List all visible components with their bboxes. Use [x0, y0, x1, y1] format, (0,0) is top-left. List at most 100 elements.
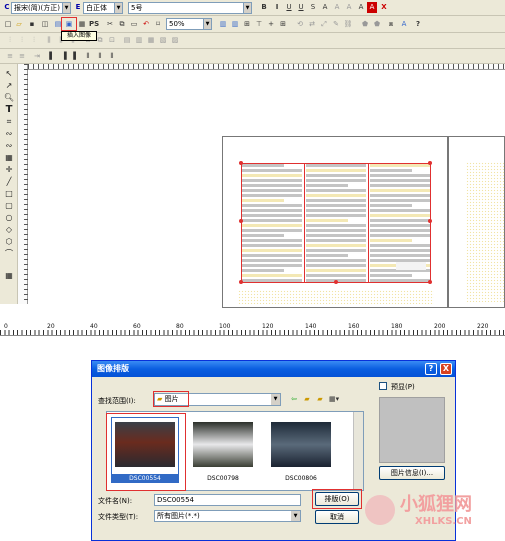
arrange-icon[interactable]: ⧈	[386, 19, 396, 30]
image-icon[interactable]: ▦	[77, 19, 87, 30]
link-icon[interactable]: ⛓	[343, 19, 353, 30]
indent-icon[interactable]: ⇥	[32, 51, 42, 62]
grid-tool-icon[interactable]: ▦	[3, 270, 15, 281]
flip-icon[interactable]: ⇄	[307, 19, 317, 30]
skew-icon[interactable]: ⤢	[319, 19, 329, 30]
filename-input[interactable]: DSC00554	[154, 494, 301, 506]
align-right-icon[interactable]: ⫶	[29, 35, 39, 46]
column5-icon[interactable]: ⫴	[95, 51, 105, 62]
filetype-select[interactable]: 所有图片(*.*) ▼	[154, 510, 301, 522]
columns-icon[interactable]: ▥	[230, 19, 240, 30]
ellipse-tool-icon[interactable]: ○	[3, 212, 15, 223]
italic-button[interactable]: I	[272, 2, 282, 13]
new-folder-icon[interactable]: ▰	[315, 394, 325, 405]
node-select-icon[interactable]: ↗	[3, 80, 15, 91]
selection-handle[interactable]	[239, 161, 243, 165]
table-tool-icon[interactable]: ▦	[3, 152, 15, 163]
image-info-button[interactable]: 图片信息(I)...	[379, 466, 445, 480]
text-tool-icon[interactable]: T	[3, 104, 15, 115]
underline-button[interactable]: U	[284, 2, 294, 13]
cut-icon[interactable]: ✂	[105, 19, 115, 30]
pan-tool-icon[interactable]: ✛	[3, 164, 15, 175]
column4-icon[interactable]: ⫴	[83, 51, 93, 62]
forward-icon[interactable]: ▦	[146, 35, 156, 46]
crosshair-icon[interactable]: +	[266, 19, 276, 30]
shape2-icon[interactable]: ⬟	[372, 19, 382, 30]
line-tool-icon[interactable]: ╱	[3, 176, 15, 187]
front-icon[interactable]: ▤	[122, 35, 132, 46]
thumbnail-image[interactable]	[271, 422, 331, 467]
size-icon[interactable]: ▨	[170, 35, 180, 46]
superscript-button[interactable]: A	[332, 2, 342, 13]
format-brush-icon[interactable]: ⌑	[153, 19, 163, 30]
edit-icon[interactable]: ✎	[331, 19, 341, 30]
bold-button[interactable]: B	[259, 2, 269, 13]
rounded-rect-tool-icon[interactable]: ▢	[3, 200, 15, 211]
thumbnail-caption[interactable]: DSC00798	[185, 475, 261, 482]
selection-handle[interactable]	[428, 280, 432, 284]
chevron-down-icon[interactable]: ▼	[203, 19, 211, 29]
paste-icon[interactable]: ▭	[129, 19, 139, 30]
photoshop-button[interactable]: PS	[89, 19, 99, 30]
selection-handle[interactable]	[428, 161, 432, 165]
rectangle-tool-icon[interactable]: □	[3, 188, 15, 199]
distribute-icon[interactable]: ⫼	[44, 35, 54, 46]
chevron-down-icon[interactable]: ▼	[271, 394, 280, 405]
chevron-down-icon[interactable]: ▼	[243, 3, 251, 13]
para-align-icon[interactable]: ≡	[5, 51, 15, 62]
selection-handle[interactable]	[428, 219, 432, 223]
selection-handle[interactable]	[334, 280, 338, 284]
up-folder-icon[interactable]: ▰	[302, 394, 312, 405]
western-font-select[interactable]: 白正体 ▼	[83, 2, 123, 14]
new-file-icon[interactable]: □	[3, 19, 13, 30]
shape-icon[interactable]: ⬟	[360, 19, 370, 30]
highlight-icon[interactable]: A	[367, 2, 377, 13]
para-justify-icon[interactable]: ≡	[17, 51, 27, 62]
strike-button[interactable]: S	[308, 2, 318, 13]
zoom-tool-icon[interactable]: 🔍︎	[3, 92, 15, 103]
font-size-select[interactable]: 5号 ▼	[128, 2, 252, 14]
thumbnail-caption[interactable]: DSC00806	[263, 475, 339, 482]
selection-handle[interactable]	[239, 219, 243, 223]
diamond-tool-icon[interactable]: ◇	[3, 224, 15, 235]
print-preview-icon[interactable]: ◫	[40, 19, 50, 30]
polygon-tool-icon[interactable]: ⬡	[3, 236, 15, 247]
chevron-down-icon[interactable]: ▼	[291, 511, 300, 521]
chevron-down-icon[interactable]: ▼	[114, 3, 122, 13]
align-left-icon[interactable]: ⫶	[5, 35, 15, 46]
zoom-select[interactable]: 50% ▼	[166, 18, 212, 30]
preview-checkbox[interactable]	[379, 382, 387, 390]
link-tool-icon[interactable]: ∾	[3, 128, 15, 139]
column1-icon[interactable]: ▌	[47, 51, 57, 62]
column6-icon[interactable]: ⫴	[107, 51, 117, 62]
close-button[interactable]: X	[440, 363, 452, 375]
open-folder-icon[interactable]: ▱	[14, 19, 24, 30]
chevron-down-icon[interactable]: ▼	[62, 3, 70, 13]
vertical-align-icon[interactable]: ⊤	[254, 19, 264, 30]
column3-icon[interactable]: ▌	[71, 51, 81, 62]
align-center-icon[interactable]: ⫶	[17, 35, 27, 46]
column2-icon[interactable]: ▐	[59, 51, 69, 62]
double-underline-button[interactable]: U	[296, 2, 306, 13]
table-icon[interactable]: ⊞	[278, 19, 288, 30]
rotate-icon[interactable]: ⟲	[295, 19, 305, 30]
font-size-icon[interactable]: A	[399, 19, 409, 30]
backward-icon[interactable]: ▧	[158, 35, 168, 46]
lock-icon[interactable]: ⊡	[107, 35, 117, 46]
selection-handle[interactable]	[239, 280, 243, 284]
clear-format-button[interactable]: X	[379, 2, 389, 13]
help-title-button[interactable]: ?	[425, 363, 437, 375]
back-icon[interactable]: ▥	[134, 35, 144, 46]
save-icon[interactable]: ▪	[27, 19, 37, 30]
unlink-tool-icon[interactable]: ∾	[3, 140, 15, 151]
back-arrow-icon[interactable]: ⇦	[289, 394, 299, 405]
crop-tool-icon[interactable]: ⌗	[3, 116, 15, 127]
scrollbar[interactable]	[353, 412, 363, 490]
text-effect-icon[interactable]: A	[320, 2, 330, 13]
thumbnail-image[interactable]	[193, 422, 253, 467]
subscript-button[interactable]: A	[344, 2, 354, 13]
undo-icon[interactable]: ↶	[141, 19, 151, 30]
view-menu-icon[interactable]: ▦▾	[329, 394, 339, 405]
layout-icon[interactable]: ▥	[218, 19, 228, 30]
cancel-button[interactable]: 取消	[315, 510, 359, 524]
